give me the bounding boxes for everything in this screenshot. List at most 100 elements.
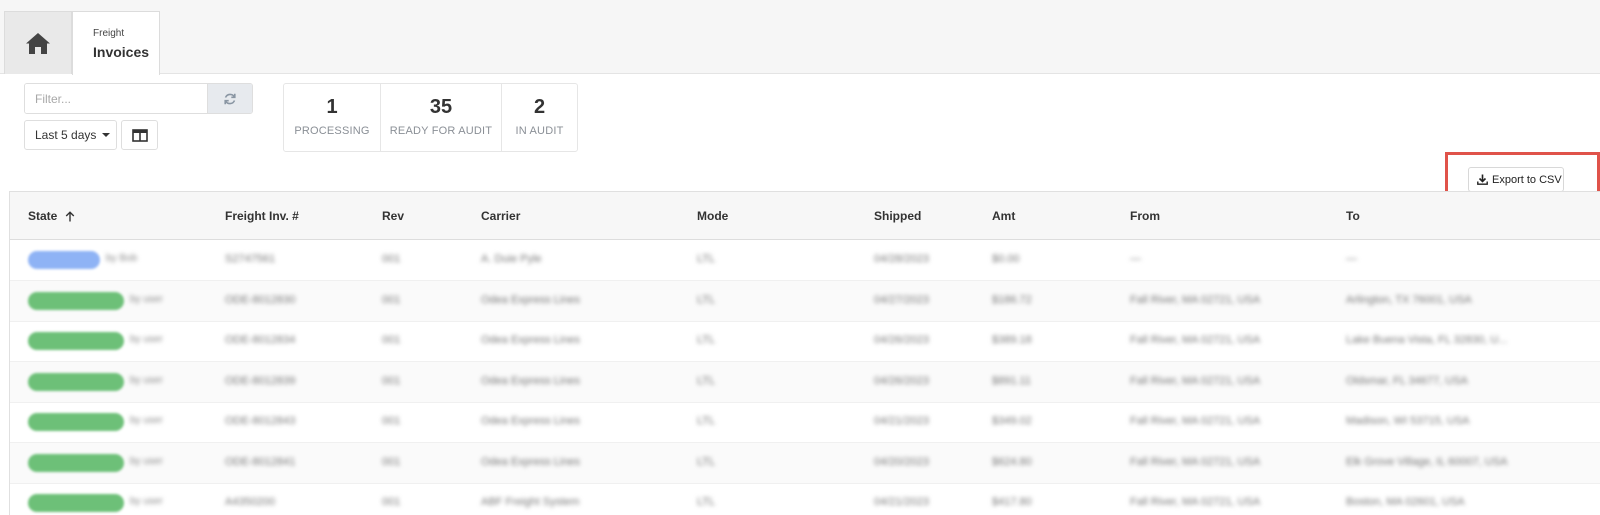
date-range-label: Last 5 days: [35, 128, 97, 142]
arrow-up-icon: [66, 210, 75, 221]
download-icon: [1477, 174, 1488, 185]
columns-icon: [131, 128, 148, 142]
cell-mode: LTL: [697, 415, 716, 427]
column-header-from[interactable]: From: [1130, 209, 1160, 223]
tab-title: Invoices: [93, 44, 150, 60]
cell-rev: 001: [382, 334, 401, 346]
column-header-state[interactable]: State: [28, 209, 75, 223]
cell-from: Fall River, MA 02721, USA: [1130, 455, 1261, 468]
status-badge: [28, 372, 124, 391]
home-tab[interactable]: [4, 11, 72, 74]
cell-rev: 001: [382, 496, 401, 508]
cell-from: Fall River, MA 02721, USA: [1130, 496, 1261, 508]
cell-to: Arlington, TX 76001, USA: [1346, 293, 1472, 306]
stat-label: READY FOR AUDIT: [389, 125, 493, 137]
cell-amt: $417.80: [992, 496, 1032, 508]
cell-mode: LTL: [697, 253, 716, 265]
cell-to: —: [1346, 253, 1357, 265]
invoices-table: State Freight Inv. # Rev Carrier Mode Sh…: [9, 191, 1600, 515]
cell-shipped: 04/26/2023: [874, 374, 930, 387]
stat-count: 35: [429, 96, 453, 118]
stat-count: 2: [533, 96, 546, 118]
cell-carrier: ABF Freight System: [481, 496, 580, 508]
table-row[interactable]: by user ODE-8012830 001 Odea Express Lines L…: [10, 280, 1600, 322]
cell-rev: 001: [382, 455, 401, 468]
cell-from: Fall River, MA 02721, USA: [1130, 415, 1261, 427]
date-range-dropdown[interactable]: Last 5 days: [24, 120, 117, 150]
column-header-mode[interactable]: Mode: [697, 209, 728, 223]
filter-input[interactable]: [25, 84, 208, 113]
cell-carrier: A. Duie Pyle: [481, 253, 542, 265]
status-badge: [28, 413, 124, 431]
stat-in-audit[interactable]: 2 IN AUDIT: [502, 84, 577, 151]
column-header-freight-inv[interactable]: Freight Inv. #: [225, 209, 299, 223]
status-summary: 1 PROCESSING 35 READY FOR AUDIT 2 IN AUD…: [283, 83, 578, 152]
cell-shipped: 04/28/2023: [874, 253, 930, 265]
column-header-carrier[interactable]: Carrier: [481, 209, 520, 223]
cell-state-by: by Bob: [106, 253, 138, 264]
table-row[interactable]: by user A4350200 001 ABF Freight System LTL 0…: [10, 483, 1600, 515]
cell-mode: LTL: [697, 334, 716, 346]
refresh-button[interactable]: [207, 84, 252, 113]
status-badge: [28, 453, 124, 472]
cell-shipped: 04/20/2023: [874, 455, 930, 468]
cell-amt: $891.11: [992, 374, 1031, 387]
status-badge: [28, 291, 124, 310]
table-row[interactable]: by Bob S2747561 001 A. Duie Pyle LTL 04/28/20…: [10, 240, 1600, 281]
cell-mode: LTL: [697, 496, 716, 508]
cell-state-by: by user: [130, 455, 163, 467]
status-badge: [28, 332, 124, 350]
cell-from: Fall River, MA 02721, USA: [1130, 293, 1261, 306]
cell-to: Oldsmar, FL 34677, USA: [1346, 374, 1468, 387]
top-bar: Freight Invoices: [0, 0, 1600, 75]
cell-carrier: Odea Express Lines: [481, 334, 581, 346]
cell-shipped: 04/21/2023: [874, 415, 930, 427]
cell-state-by: by user: [130, 334, 163, 345]
tab-freight-invoices[interactable]: Freight Invoices: [72, 11, 160, 75]
cell-amt: $624.80: [992, 455, 1032, 468]
stat-ready-for-audit[interactable]: 35 READY FOR AUDIT: [381, 84, 502, 151]
cell-from: —: [1130, 253, 1141, 265]
cell-freight-inv: S2747561: [225, 253, 276, 265]
export-csv-button[interactable]: Export to CSV: [1468, 167, 1564, 192]
cell-shipped: 04/26/2023: [874, 334, 930, 346]
cell-state-by: by user: [130, 374, 163, 386]
caret-down-icon: [102, 133, 111, 137]
cell-freight-inv: ODE-8012834: [225, 334, 296, 346]
table-header: State Freight Inv. # Rev Carrier Mode Sh…: [10, 192, 1600, 240]
cell-freight-inv: A4350200: [225, 496, 276, 508]
cell-freight-inv: ODE-8012843: [225, 415, 296, 427]
cell-state-by: by user: [130, 293, 163, 305]
cell-shipped: 04/27/2023: [874, 293, 930, 306]
column-header-rev[interactable]: Rev: [382, 209, 404, 223]
cell-to: Elk Grove Village, IL 60007, USA: [1346, 455, 1508, 468]
cell-rev: 001: [382, 293, 401, 306]
tab-kicker: Freight: [93, 28, 125, 39]
cell-freight-inv: ODE-8012841: [225, 455, 296, 468]
cell-to: Boston, MA 02601, USA: [1346, 496, 1465, 508]
column-header-to[interactable]: To: [1346, 209, 1360, 223]
cell-freight-inv: ODE-8012830: [225, 293, 296, 306]
cell-carrier: Odea Express Lines: [481, 374, 581, 387]
cell-from: Fall River, MA 02721, USA: [1130, 374, 1261, 387]
status-badge: [28, 494, 124, 512]
filter-group: [24, 83, 253, 114]
table-row[interactable]: by user ODE-8012834 001 Odea Express Lines L…: [10, 321, 1600, 362]
cell-amt: $0.00: [992, 253, 1020, 265]
cell-shipped: 04/21/2023: [874, 496, 930, 508]
stat-processing[interactable]: 1 PROCESSING: [284, 84, 381, 151]
export-label: Export to CSV: [1492, 173, 1562, 186]
cell-carrier: Odea Express Lines: [481, 293, 581, 306]
columns-button[interactable]: [121, 120, 158, 150]
column-header-shipped[interactable]: Shipped: [874, 209, 921, 223]
stat-label: IN AUDIT: [515, 125, 564, 137]
table-row[interactable]: by user ODE-8012839 001 Odea Express Lines L…: [10, 361, 1600, 403]
cell-amt: $186.72: [992, 293, 1032, 306]
refresh-icon: [224, 93, 236, 104]
table-row[interactable]: by user ODE-8012843 001 Odea Express Lines L…: [10, 402, 1600, 443]
column-header-amt[interactable]: Amt: [992, 209, 1015, 223]
table-row[interactable]: by user ODE-8012841 001 Odea Express Lines L…: [10, 442, 1600, 484]
cell-from: Fall River, MA 02721, USA: [1130, 334, 1261, 346]
cell-freight-inv: ODE-8012839: [225, 374, 296, 387]
home-icon: [26, 33, 50, 54]
